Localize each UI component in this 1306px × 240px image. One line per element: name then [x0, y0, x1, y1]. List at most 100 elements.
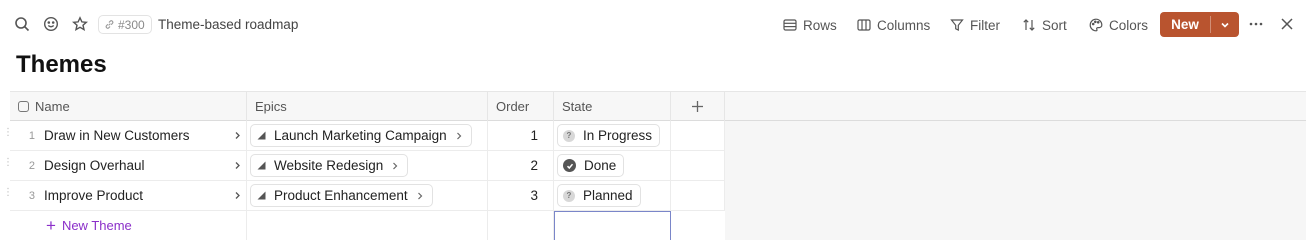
colors-label: Colors [1109, 17, 1149, 33]
colors-button[interactable]: Colors [1089, 15, 1148, 35]
chevron-right-icon[interactable] [228, 161, 246, 170]
state-chip[interactable]: ? In Progress [557, 124, 661, 147]
epic-icon [257, 161, 266, 170]
question-icon: ? [563, 129, 575, 142]
name-cell[interactable]: 2 Design Overhaul [10, 151, 247, 181]
epics-cell[interactable]: Product Enhancement [247, 181, 488, 211]
epic-chip[interactable]: Website Redesign [250, 154, 409, 177]
new-theme-button[interactable]: + New Theme [10, 211, 247, 240]
top-toolbar: #300 Theme-based roadmap Rows Columns Fi… [0, 0, 1306, 50]
column-header-label: Epics [255, 99, 287, 114]
smiley-icon[interactable] [42, 15, 60, 33]
more-options-icon[interactable] [1247, 15, 1265, 33]
row-number: 1 [28, 129, 35, 142]
order-value: 2 [530, 158, 538, 173]
empty-table-area [725, 121, 1306, 240]
plus-icon [692, 101, 703, 112]
columns-icon [857, 19, 871, 31]
state-cell[interactable]: Done [554, 151, 671, 181]
theme-name: Design Overhaul [44, 158, 145, 173]
theme-name: Draw in New Customers [44, 128, 190, 143]
search-icon[interactable] [13, 15, 31, 33]
themes-table: Name Epics Order State ⋮ 1 Draw in New C… [0, 91, 1306, 240]
state-label: Planned [583, 188, 633, 203]
chevron-right-icon [455, 128, 463, 143]
epic-icon [257, 191, 266, 200]
rows-label: Rows [803, 17, 837, 33]
order-cell[interactable]: 2 [488, 151, 554, 181]
selected-state-cell[interactable] [554, 211, 671, 240]
sort-icon [1023, 19, 1035, 31]
order-value: 3 [530, 188, 538, 203]
page-title: Themes [16, 51, 107, 78]
new-button[interactable]: New [1160, 12, 1210, 37]
filter-label: Filter [970, 17, 1000, 33]
close-icon[interactable] [1278, 15, 1296, 33]
column-header-order[interactable]: Order [488, 92, 554, 121]
drag-handle-icon[interactable]: ⋮ [3, 188, 13, 201]
empty-cell[interactable] [247, 211, 488, 240]
order-value: 1 [530, 128, 538, 143]
table-header: Name Epics Order State [10, 91, 1306, 121]
column-header-epics[interactable]: Epics [247, 92, 488, 121]
column-header-label: State [562, 99, 593, 114]
plus-icon: + [46, 216, 56, 235]
columns-label: Columns [877, 17, 931, 33]
empty-cell [671, 151, 725, 181]
state-chip[interactable]: Done [557, 154, 625, 177]
state-cell[interactable]: ? In Progress [554, 121, 671, 151]
star-icon[interactable] [71, 15, 89, 33]
order-cell[interactable]: 1 [488, 121, 554, 151]
new-dropdown-button[interactable] [1211, 12, 1239, 37]
epics-cell[interactable]: Website Redesign [247, 151, 488, 181]
order-cell[interactable]: 3 [488, 181, 554, 211]
reference-number: #300 [118, 17, 145, 32]
link-icon [105, 20, 114, 29]
chevron-right-icon[interactable] [228, 191, 246, 200]
rows-button[interactable]: Rows [783, 15, 837, 35]
row-number: 2 [28, 159, 35, 172]
state-label: Done [584, 158, 617, 173]
epic-chip[interactable]: Product Enhancement [250, 184, 433, 207]
epic-name: Product Enhancement [274, 188, 408, 203]
epic-name: Website Redesign [274, 158, 384, 173]
name-cell[interactable]: 1 Draw in New Customers [10, 121, 247, 151]
epic-name: Launch Marketing Campaign [274, 128, 447, 143]
add-column-button[interactable] [671, 92, 725, 121]
columns-button[interactable]: Columns [857, 15, 930, 35]
theme-name: Improve Product [44, 188, 144, 203]
chevron-right-icon [416, 188, 424, 203]
empty-cell [671, 121, 725, 151]
chevron-right-icon [391, 158, 399, 173]
state-cell[interactable]: ? Planned [554, 181, 671, 211]
question-icon: ? [563, 189, 575, 202]
breadcrumb[interactable]: Theme-based roadmap [158, 17, 298, 32]
filter-icon [950, 19, 964, 31]
chevron-down-icon [1221, 22, 1229, 28]
rows-icon [783, 19, 797, 31]
column-header-name[interactable]: Name [10, 92, 247, 121]
column-header-label: Order [496, 99, 530, 114]
column-header-state[interactable]: State [554, 92, 671, 121]
empty-cell[interactable] [488, 211, 554, 240]
epics-cell[interactable]: Launch Marketing Campaign [247, 121, 488, 151]
state-chip[interactable]: ? Planned [557, 184, 641, 207]
new-button-group: New [1160, 12, 1239, 37]
epic-icon [257, 131, 266, 140]
reference-pill[interactable]: #300 [98, 15, 152, 34]
drag-handle-icon[interactable]: ⋮ [3, 158, 13, 171]
name-cell[interactable]: 3 Improve Product [10, 181, 247, 211]
select-all-checkbox[interactable] [18, 101, 29, 112]
state-label: In Progress [583, 128, 653, 143]
palette-icon [1089, 18, 1103, 32]
sort-label: Sort [1042, 17, 1067, 33]
column-header-label: Name [35, 99, 70, 114]
filter-button[interactable]: Filter [950, 15, 1000, 35]
check-circle-icon [563, 159, 576, 172]
epic-chip[interactable]: Launch Marketing Campaign [250, 124, 472, 147]
drag-handle-icon[interactable]: ⋮ [3, 128, 13, 141]
sort-button[interactable]: Sort [1022, 15, 1067, 35]
row-number: 3 [28, 189, 35, 202]
empty-cell [671, 181, 725, 211]
chevron-right-icon[interactable] [228, 131, 246, 140]
